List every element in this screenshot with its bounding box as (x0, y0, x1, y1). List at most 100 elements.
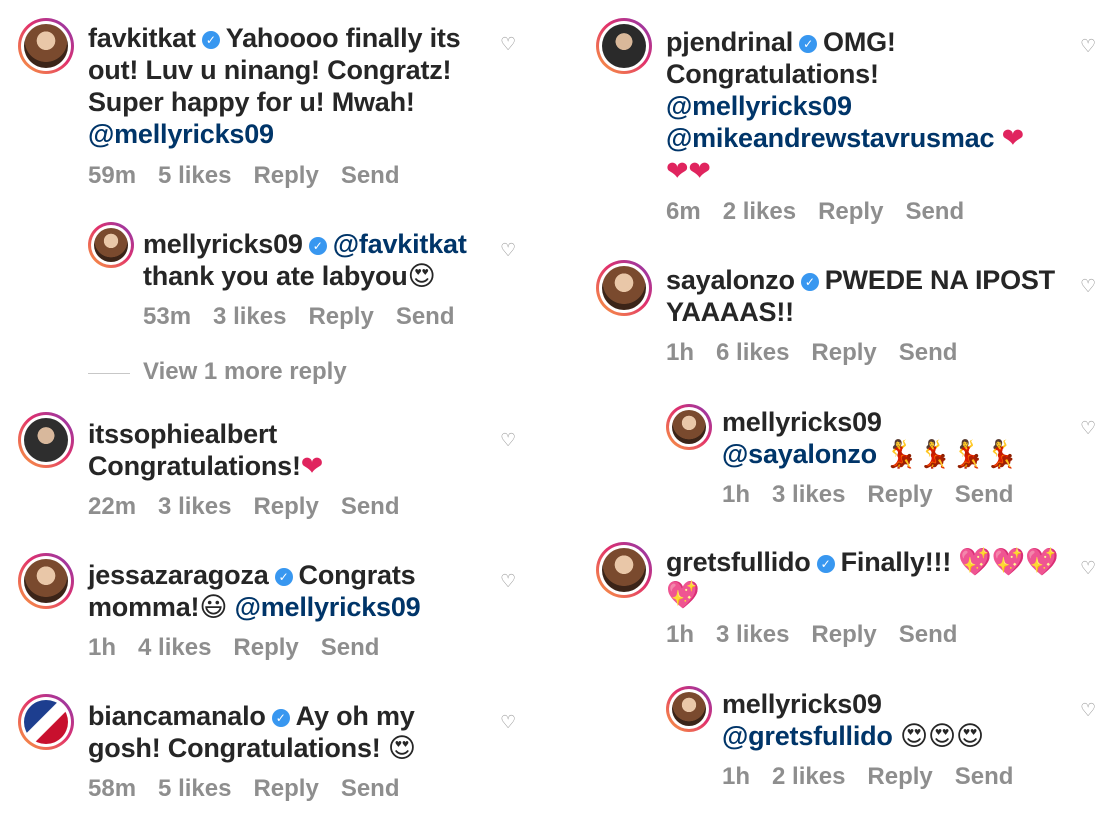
verified-badge-icon: ✓ (799, 35, 818, 53)
comment-body: mellyricks09 @gretsfullido 😍😍😍 (722, 688, 1082, 753)
timestamp: 6m (666, 198, 701, 225)
comment-text: momma! (88, 592, 200, 622)
verified-badge-icon: ✓ (800, 273, 819, 291)
heart-outline-icon[interactable]: ♡ (1080, 701, 1096, 719)
username[interactable]: biancamanalo (88, 701, 266, 731)
emoji: 😍 (407, 261, 436, 292)
avatar[interactable] (18, 694, 74, 750)
comment-meta: 1h 6 likes Reply Send (666, 339, 979, 367)
emoji: 💖💖💖 (958, 547, 1059, 578)
reply-button[interactable]: Reply (308, 303, 373, 330)
avatar[interactable] (18, 553, 74, 609)
verified-badge-icon: ✓ (271, 709, 290, 727)
heart-outline-icon[interactable]: ♡ (1080, 37, 1096, 55)
comment-text: Ay oh my (295, 701, 415, 731)
comment-meta: 59m 5 likes Reply Send (88, 162, 422, 190)
comment-text: Congratulations! (666, 59, 879, 89)
likes-count[interactable]: 3 likes (158, 493, 231, 520)
mention-link[interactable]: @sayalonzo (722, 439, 877, 469)
emoji: 💖 (666, 580, 700, 611)
likes-count[interactable]: 5 likes (158, 162, 231, 189)
comment-text: PWEDE NA IPOST (824, 265, 1055, 295)
heart-outline-icon[interactable]: ♡ (500, 35, 516, 53)
send-button[interactable]: Send (341, 493, 400, 520)
likes-count[interactable]: 3 likes (213, 303, 286, 330)
likes-count[interactable]: 2 likes (723, 198, 796, 225)
likes-count[interactable]: 3 likes (772, 481, 845, 508)
comment-text: Congratulations! (88, 451, 301, 481)
avatar[interactable] (596, 542, 652, 598)
username[interactable]: jessazaragoza (88, 560, 269, 590)
view-more-replies-link[interactable]: View 1 more reply (143, 358, 347, 386)
username[interactable]: gretsfullido (666, 547, 811, 577)
mention-link[interactable]: @mellyricks09 (666, 91, 852, 121)
likes-count[interactable]: 6 likes (716, 339, 789, 366)
send-button[interactable]: Send (899, 621, 958, 648)
username[interactable]: sayalonzo (666, 265, 795, 295)
username[interactable]: itssophiealbert (88, 419, 277, 449)
reply-button[interactable]: Reply (233, 634, 298, 661)
comment-body: pjendrinal ✓ OMG! Congratulations! @mellyr… (666, 26, 1106, 188)
timestamp: 1h (722, 481, 751, 508)
send-button[interactable]: Send (955, 763, 1014, 790)
heart-outline-icon[interactable]: ♡ (500, 241, 516, 259)
mention-link[interactable]: @favkitkat (333, 229, 467, 259)
mention-link[interactable]: @mikeandrewstavrusmac (666, 123, 994, 153)
reply-button[interactable]: Reply (253, 775, 318, 802)
reply-button[interactable]: Reply (253, 162, 318, 189)
reply-button[interactable]: Reply (867, 481, 932, 508)
likes-count[interactable]: 5 likes (158, 775, 231, 802)
reply-button[interactable]: Reply (811, 621, 876, 648)
heart-outline-icon[interactable]: ♡ (500, 431, 516, 449)
comment-meta: 6m 2 likes Reply Send (666, 198, 986, 226)
avatar[interactable] (88, 222, 134, 268)
heart-outline-icon[interactable]: ♡ (1080, 419, 1096, 437)
timestamp: 1h (722, 763, 751, 790)
heart-outline-icon[interactable]: ♡ (500, 713, 516, 731)
comment-body: jessazaragoza ✓ Congrats momma!😃 @mellyric… (88, 559, 488, 624)
reply-button[interactable]: Reply (818, 198, 883, 225)
avatar[interactable] (666, 404, 712, 450)
timestamp: 53m (143, 303, 192, 330)
avatar[interactable] (18, 412, 74, 468)
timestamp: 1h (666, 339, 695, 366)
username[interactable]: favkitkat (88, 23, 196, 53)
mention-link[interactable]: @mellyricks09 (235, 592, 421, 622)
username[interactable]: mellyricks09 (722, 407, 882, 437)
send-button[interactable]: Send (899, 339, 958, 366)
username[interactable]: mellyricks09 (143, 229, 303, 259)
emoji: ❤❤ (666, 156, 711, 187)
send-button[interactable]: Send (341, 162, 400, 189)
heart-outline-icon[interactable]: ♡ (1080, 559, 1096, 577)
send-button[interactable]: Send (955, 481, 1014, 508)
send-button[interactable]: Send (341, 775, 400, 802)
left-comments-column: favkitkat ✓ Yahoooo finally its out! Luv u… (0, 0, 560, 818)
username[interactable]: pjendrinal (666, 27, 793, 57)
avatar[interactable] (596, 260, 652, 316)
emoji: 😃 (199, 592, 228, 623)
send-button[interactable]: Send (396, 303, 455, 330)
likes-count[interactable]: 4 likes (138, 634, 211, 661)
send-button[interactable]: Send (321, 634, 380, 661)
reply-button[interactable]: Reply (811, 339, 876, 366)
comment-meta: 58m 5 likes Reply Send (88, 775, 422, 803)
likes-count[interactable]: 2 likes (772, 763, 845, 790)
send-button[interactable]: Send (905, 198, 964, 225)
mention-link[interactable]: @mellyricks09 (88, 119, 274, 149)
heart-outline-icon[interactable]: ♡ (1080, 277, 1096, 295)
timestamp: 59m (88, 162, 137, 189)
comment-body: gretsfullido ✓ Finally!!! 💖💖💖 💖 (666, 546, 1086, 612)
mention-link[interactable]: @gretsfullido (722, 721, 893, 751)
username[interactable]: mellyricks09 (722, 689, 882, 719)
avatar[interactable] (18, 18, 74, 74)
avatar[interactable] (596, 18, 652, 74)
avatar[interactable] (666, 686, 712, 732)
reply-button[interactable]: Reply (867, 763, 932, 790)
verified-badge-icon: ✓ (308, 237, 327, 255)
heart-outline-icon[interactable]: ♡ (500, 572, 516, 590)
likes-count[interactable]: 3 likes (716, 621, 789, 648)
verified-badge-icon: ✓ (816, 555, 835, 573)
timestamp: 1h (88, 634, 117, 661)
comment-body: mellyricks09 ✓ @favkitkat thank you ate la… (143, 228, 488, 293)
reply-button[interactable]: Reply (253, 493, 318, 520)
